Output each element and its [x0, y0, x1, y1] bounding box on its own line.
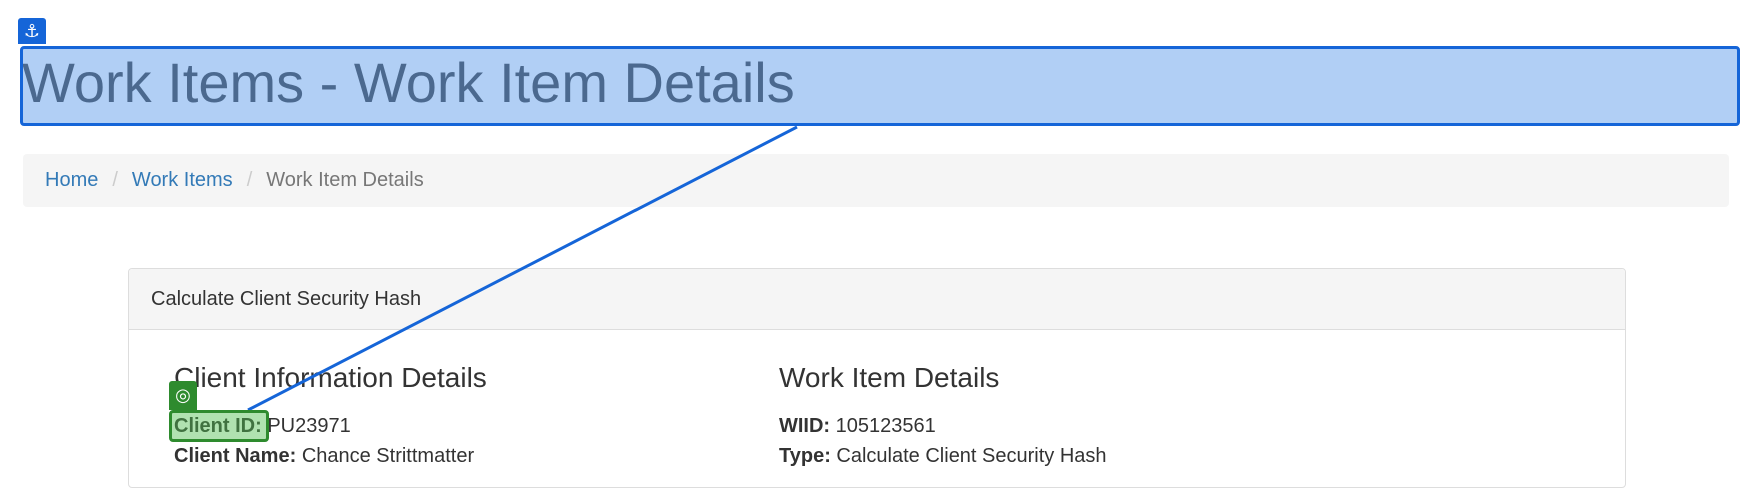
anchor-icon: ⚓: [18, 18, 46, 44]
breadcrumb-separator: /: [246, 169, 253, 191]
target-highlight: [169, 410, 269, 442]
type-label: Type:: [779, 445, 831, 467]
client-name-value: Chance Strittmatter: [301, 445, 475, 467]
work-item-details-title: Work Item Details: [779, 362, 1000, 393]
work-item-details-section: Work Item Details WIID: 105123561 Type: …: [779, 361, 1107, 471]
client-information-title: Client Information Details: [174, 362, 487, 393]
wiid-field: WIID: 105123561: [779, 411, 1107, 441]
wiid-label: WIID:: [779, 415, 831, 437]
breadcrumb-home[interactable]: Home: [45, 169, 98, 192]
breadcrumb: Home / Work Items / Work Item Details: [23, 154, 1729, 207]
breadcrumb-work-items[interactable]: Work Items: [132, 169, 233, 192]
client-name-label: Client Name:: [174, 445, 297, 467]
client-id-value: PU23971: [267, 415, 351, 437]
breadcrumb-current: Work Item Details: [266, 169, 424, 191]
panel-heading: Calculate Client Security Hash: [129, 269, 1625, 330]
breadcrumb-separator: /: [112, 169, 118, 191]
anchor-highlight: [20, 46, 1740, 126]
work-item-panel: Calculate Client Security Hash Client In…: [128, 268, 1626, 488]
type-value: Calculate Client Security Hash: [836, 445, 1107, 467]
wiid-value: 105123561: [835, 415, 936, 437]
target-icon: ◎: [169, 381, 197, 410]
